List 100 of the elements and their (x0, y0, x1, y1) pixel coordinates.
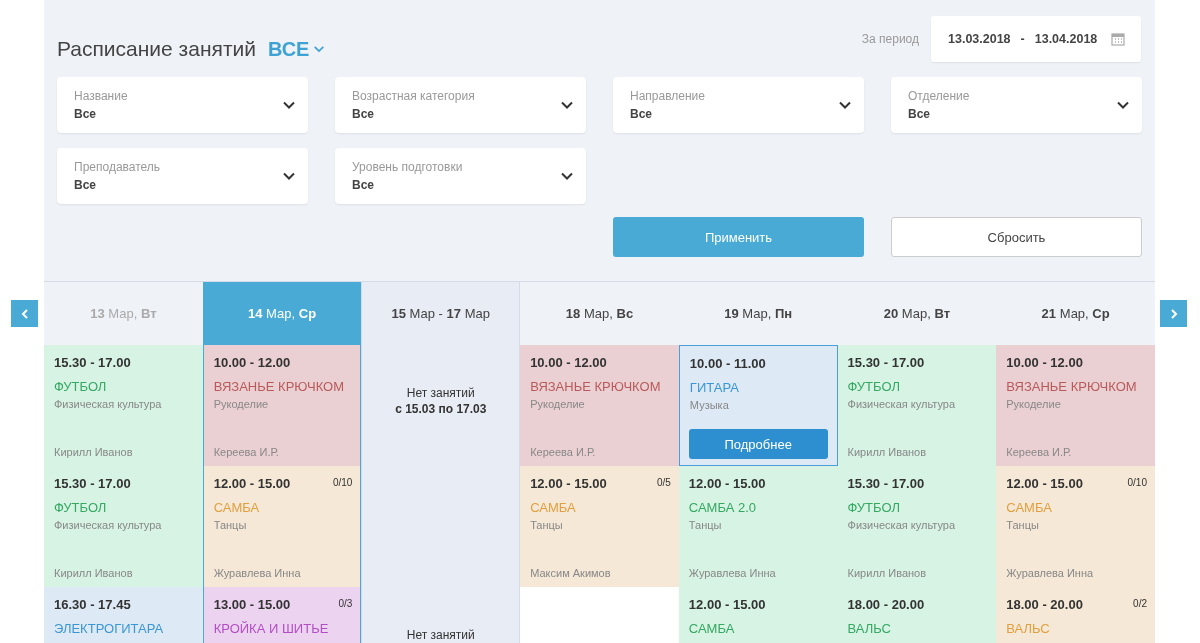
event-category: Физическая культура (847, 398, 957, 410)
event-title: ВЯЗАНЬЕ КРЮЧКОМ (1006, 379, 1138, 394)
event-time: 12.00 - 15.00 (1006, 476, 1083, 491)
previous-button[interactable] (11, 300, 38, 327)
event-category: Рукоделие (1006, 398, 1062, 410)
filter-select[interactable]: Уровень подготовки Все (335, 148, 586, 204)
event-time: 18.00 - 20.00 (1006, 597, 1083, 612)
event-card[interactable]: 10.00 - 12.00 ВЯЗАНЬЕ КРЮЧКОМ Рукоделие Кереева И.Р. (520, 345, 679, 466)
event-teacher: Журавлева Инна (213, 567, 302, 579)
event-teacher: Кереева И.Р. (1006, 446, 1073, 458)
event-card[interactable]: 15.30 - 17.00 ФУТБОЛ Физическая культура Кирилл Иванов (44, 466, 203, 587)
event-title: КРОЙКА И ШИТЬЕ (213, 621, 330, 636)
event-card[interactable]: 16.30 - 17.45 ЭЛЕКТРОГИТАРА (44, 587, 203, 643)
event-time: 10.00 - 12.00 (1006, 355, 1083, 370)
event-teacher: Кереева И.Р. (213, 446, 280, 458)
event-teacher: Максим Акимов (530, 567, 612, 579)
no-classes-text: Нет занятий (406, 386, 475, 400)
next-button[interactable] (1160, 300, 1187, 327)
event-card[interactable]: 12.00 - 15.00 САМБА (678, 587, 838, 643)
event-category: Музыка (689, 399, 730, 411)
filter-select[interactable]: Отделение Все (891, 77, 1142, 133)
event-title: ФУТБОЛ (54, 500, 108, 515)
day-header[interactable]: 20 Мар, Вт (837, 282, 997, 345)
event-card[interactable]: 13.00 - 15.00 0/3 КРОЙКА И ШИТЬЕ (203, 587, 361, 643)
event-category: Танцы (530, 519, 564, 531)
capacity-count: 0/10 (332, 477, 353, 488)
event-card[interactable]: 18.00 - 20.00 0/2 ВАЛЬС (996, 587, 1155, 643)
capacity-count: 0/10 (1127, 477, 1147, 488)
event-time: 10.00 - 12.00 (530, 355, 607, 370)
event-title: ВЯЗАНЬЕ КРЮЧКОМ (530, 379, 662, 394)
event-title: ВАЛЬС (1006, 621, 1051, 636)
event-title: ВЯЗАНЬЕ КРЮЧКОМ (213, 379, 346, 394)
event-card[interactable]: 15.30 - 17.00 ФУТБОЛ Физическая культура Кирилл Иванов (837, 466, 997, 587)
event-time: 15.30 - 17.00 (54, 476, 131, 491)
event-time: 10.00 - 11.00 (689, 356, 766, 371)
event-teacher: Кереева И.Р. (530, 446, 597, 458)
event-card[interactable]: 18.00 - 20.00 ВАЛЬС (837, 587, 997, 643)
event-teacher: Кирилл Иванов (847, 446, 928, 458)
event-card[interactable]: 12.00 - 15.00 0/5 САМБА Танцы Максим Акимов (520, 466, 679, 587)
event-title: ГИТАРА (689, 380, 740, 395)
filter-select[interactable]: Название Все (57, 77, 308, 133)
day-header[interactable]: 21 Мар, Ср (996, 282, 1155, 345)
event-title: ФУТБОЛ (847, 379, 901, 394)
event-category: Танцы (1006, 519, 1040, 531)
event-teacher: Журавлева Инна (1006, 567, 1095, 579)
calendar-icon (1111, 32, 1125, 46)
capacity-count: 0/2 (1133, 598, 1147, 609)
event-time: 12.00 - 15.00 (213, 476, 291, 491)
no-classes-range: с 15.03 по 17.03 (395, 402, 487, 416)
event-time: 15.30 - 17.00 (54, 355, 131, 370)
event-card[interactable]: 12.00 - 15.00 0/10 САМБА Танцы Журавлева Инна (996, 466, 1155, 587)
no-classes-text: Нет занятий (406, 628, 475, 642)
filter-select[interactable]: Направление Все (613, 77, 864, 133)
capacity-count: 0/3 (338, 598, 353, 609)
event-time: 16.30 - 17.45 (54, 597, 131, 612)
event-card[interactable]: 10.00 - 12.00 ВЯЗАНЬЕ КРЮЧКОМ Рукоделие Кереева И.Р. (996, 345, 1155, 466)
chevron-down-icon (313, 43, 326, 55)
event-card[interactable]: 12.00 - 15.00 0/10 САМБА Танцы Журавлева Инна (203, 466, 361, 587)
event-title: САМБА 2.0 (688, 500, 758, 515)
event-category: Физическая культура (54, 519, 163, 531)
day-header: 15 Мар - 17 Мар (390, 305, 492, 323)
event-teacher: Кирилл Иванов (847, 567, 928, 579)
event-teacher: Кирилл Иванов (54, 446, 134, 458)
event-time: 12.00 - 15.00 (688, 597, 766, 612)
details-button[interactable]: Подробнее (688, 429, 828, 459)
event-time: 10.00 - 12.00 (213, 355, 291, 370)
filter-select[interactable]: Возрастная категория Все (335, 77, 586, 133)
event-title: САМБА (213, 500, 261, 515)
event-category: Рукоделие (530, 398, 586, 410)
event-card[interactable]: 10.00 - 11.00 ГИТАРА Музыка Подробнее (678, 345, 838, 466)
event-time: 12.00 - 15.00 (530, 476, 607, 491)
reset-button[interactable]: Сбросить (891, 217, 1142, 257)
event-category: Физическая культура (847, 519, 957, 531)
event-teacher: Журавлева Инна (688, 567, 777, 579)
event-category: Танцы (213, 519, 248, 531)
period-label: За период (861, 32, 919, 46)
event-card[interactable]: 12.00 - 15.00 САМБА 2.0 Танцы Журавлева Инна (678, 466, 838, 587)
capacity-count: 0/5 (656, 477, 671, 488)
event-category: Танцы (688, 519, 723, 531)
event-time: 15.30 - 17.00 (847, 476, 925, 491)
event-teacher: Кирилл Иванов (54, 567, 134, 579)
day-header[interactable]: 19 Мар, Пн (678, 282, 838, 345)
event-time: 18.00 - 20.00 (847, 597, 925, 612)
event-title: САМБА (688, 621, 736, 636)
event-time: 15.30 - 17.00 (847, 355, 925, 370)
day-header[interactable]: 18 Мар, Вс (520, 282, 679, 345)
event-title: САМБА (1006, 500, 1053, 515)
event-category: Физическая культура (54, 398, 163, 410)
event-title: ВАЛЬС (847, 621, 892, 636)
event-card[interactable]: 10.00 - 12.00 ВЯЗАНЬЕ КРЮЧКОМ Рукоделие Кереева И.Р. (203, 345, 361, 466)
event-title: ФУТБОЛ (54, 379, 108, 394)
page-title: Расписание занятий (57, 37, 256, 61)
event-title: ФУТБОЛ (847, 500, 901, 515)
event-card[interactable]: 15.30 - 17.00 ФУТБОЛ Физическая культура Кирилл Иванов (837, 345, 997, 466)
event-title: САМБА (530, 500, 577, 515)
event-time: 12.00 - 15.00 (688, 476, 766, 491)
event-card[interactable]: 15.30 - 17.00 ФУТБОЛ Физическая культура Кирилл Иванов (44, 345, 203, 466)
filter-select[interactable]: Преподаватель Все (57, 148, 308, 204)
date-range-field[interactable]: 13.03.2018 - 13.04.2018 (931, 16, 1141, 62)
event-category: Рукоделие (213, 398, 270, 410)
